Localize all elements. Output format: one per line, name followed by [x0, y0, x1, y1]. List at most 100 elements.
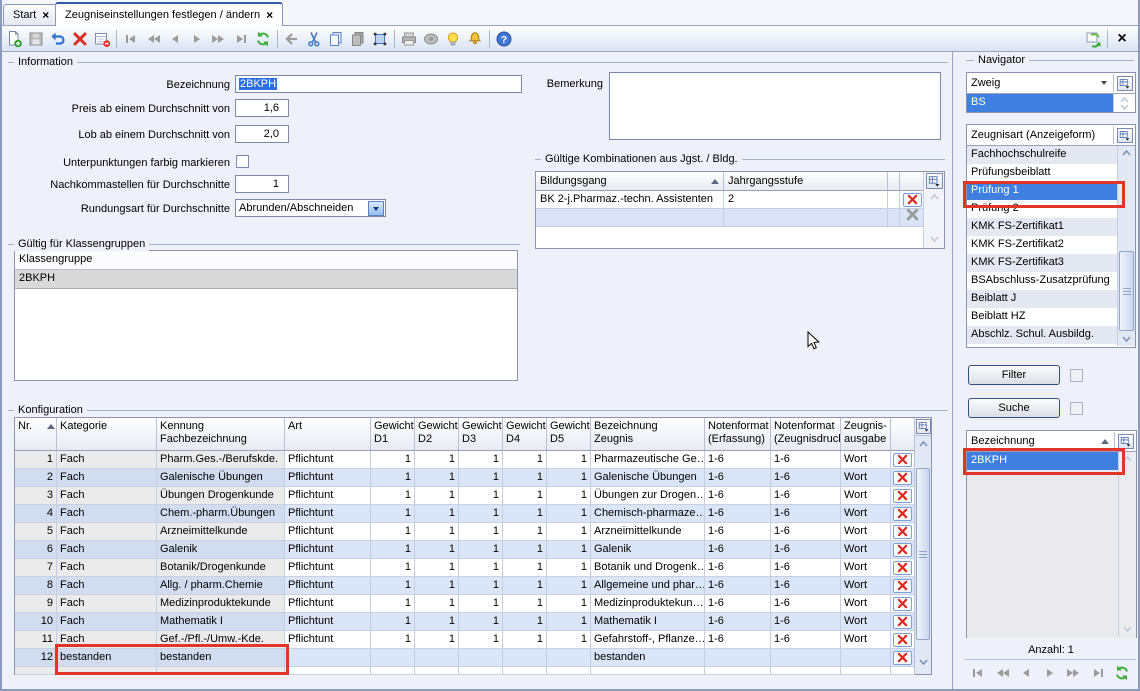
delete-row-button[interactable] [893, 525, 912, 539]
nav-first-icon[interactable] [968, 663, 988, 683]
konfiguration-row[interactable]: 3FachÜbungen DrogenkundePflichtunt11111Ü… [15, 487, 931, 505]
field-chooser-button[interactable] [915, 418, 931, 436]
column-header[interactable]: Notenformat(Erfassung) [705, 418, 771, 450]
nav-next-fast-icon[interactable] [209, 29, 229, 49]
switch-view-icon[interactable] [1083, 29, 1103, 49]
nav-prev-icon[interactable] [165, 29, 185, 49]
delete-icon[interactable] [70, 29, 90, 49]
column-header[interactable]: Nr. [15, 418, 57, 450]
unterpunktungen-checkbox[interactable] [236, 155, 249, 168]
scroll-up-icon[interactable] [1119, 452, 1136, 466]
cut-icon[interactable] [304, 29, 324, 49]
bezeichnung-scrollbar[interactable] [1118, 452, 1136, 636]
scroll-up-icon[interactable] [915, 436, 931, 451]
column-header[interactable]: GewichtD3 [459, 418, 503, 450]
tab-zeugniseinstellungen[interactable]: Zeugniseinstellungen festlegen / ändern … [55, 2, 283, 26]
column-header-bildungsgang[interactable]: Bildungsgang [536, 172, 724, 190]
scroll-down-icon[interactable] [924, 232, 944, 246]
delete-row-button[interactable] [893, 489, 912, 503]
scroll-down-icon[interactable] [1118, 332, 1135, 346]
save-icon[interactable] [26, 29, 46, 49]
zeugnisart-item[interactable]: BSAbschluss-Zusatzprüfung [967, 272, 1135, 290]
nachkommastellen-input[interactable]: 1 [235, 175, 289, 193]
delete-row-button[interactable] [893, 597, 912, 611]
delete-row-button[interactable] [893, 561, 912, 575]
zeugnisart-item[interactable]: Prüfung 1 [967, 182, 1135, 200]
zeugnisart-item[interactable]: KMK FS-Zertifikat1 [967, 218, 1135, 236]
suche-button[interactable]: Suche [968, 398, 1060, 418]
nav-prev-fast-icon[interactable] [992, 663, 1012, 683]
konfiguration-row[interactable]: 12bestandenbestandenbestanden [15, 649, 931, 667]
konfiguration-row[interactable]: 7FachBotanik/DrogenkundePflichtunt11111B… [15, 559, 931, 577]
zeugnisart-item[interactable]: Fachhochschulreife [967, 146, 1135, 164]
scroll-up-icon[interactable] [1118, 146, 1135, 160]
delete-row-button[interactable] [893, 651, 912, 665]
bezeichnung-input[interactable]: 2BKPH [235, 75, 522, 93]
tab-zeugniseinstellungen-close-icon[interactable]: × [266, 10, 273, 20]
konfiguration-row[interactable]: 11FachGef.-/Pfl.-/Umw.-Kde.Pflichtunt111… [15, 631, 931, 649]
field-chooser-button[interactable] [1114, 128, 1135, 143]
column-header[interactable]: Kategorie [57, 418, 157, 450]
column-header[interactable]: Zeugnis-ausgabe [841, 418, 891, 450]
select-region-icon[interactable] [370, 29, 390, 49]
column-header-klassengruppe[interactable]: Klassengruppe [15, 251, 517, 270]
delete-row-button[interactable] [893, 507, 912, 521]
nav-next-fast-icon[interactable] [1064, 663, 1084, 683]
nav-last-icon[interactable] [231, 29, 251, 49]
konfiguration-row[interactable]: 2FachGalenische ÜbungenPflichtunt11111Ga… [15, 469, 931, 487]
suche-checkbox[interactable] [1070, 402, 1083, 415]
chevron-down-icon[interactable] [1101, 81, 1107, 85]
konfiguration-row[interactable]: 5FachArzneimittelkundePflichtunt11111Arz… [15, 523, 931, 541]
bemerkung-textarea[interactable] [609, 72, 941, 140]
rundungsart-dropdown-button[interactable] [368, 201, 384, 216]
print-icon[interactable] [399, 29, 419, 49]
zeugnisart-item[interactable]: Abschlz. Schul. Ausbildg. [967, 326, 1135, 344]
delete-row-button[interactable] [893, 579, 912, 593]
konfiguration-scrollbar[interactable] [914, 418, 931, 674]
remove-form-icon[interactable] [92, 29, 112, 49]
zeugnisart-item[interactable]: Prüfung 2 [967, 200, 1135, 218]
record-icon[interactable] [421, 29, 441, 49]
lob-input[interactable]: 2,0 [235, 125, 289, 143]
zeugnisart-scrollbar[interactable] [1117, 146, 1135, 346]
filter-checkbox[interactable] [1070, 369, 1083, 382]
zeugnisart-item[interactable]: Prüfungsbeiblatt [967, 164, 1135, 182]
delete-row-button[interactable] [893, 471, 912, 485]
copy-icon[interactable] [326, 29, 346, 49]
paste-icon[interactable] [348, 29, 368, 49]
column-header[interactable]: KennungFachbezeichnung [157, 418, 285, 450]
column-header[interactable]: GewichtD1 [371, 418, 415, 450]
preis-input[interactable]: 1,6 [235, 99, 289, 117]
bezeichnung-header[interactable]: Bezeichnung [967, 431, 1136, 452]
column-header[interactable]: Art [285, 418, 371, 450]
zeugnisart-header[interactable]: Zeugnisart (Anzeigeform) [967, 125, 1135, 146]
zeugnisart-item[interactable]: KMK FS-Zertifikat3 [967, 254, 1135, 272]
nav-prev-icon[interactable] [1016, 663, 1036, 683]
column-header[interactable]: GewichtD5 [547, 418, 591, 450]
undo-icon[interactable] [48, 29, 68, 49]
close-icon[interactable]: × [1112, 29, 1132, 49]
scrollbar-thumb[interactable] [916, 468, 930, 640]
nav-first-icon[interactable] [121, 29, 141, 49]
column-header-jahrgangsstufe[interactable]: Jahrgangsstufe [724, 172, 888, 190]
tab-start[interactable]: Start × [3, 4, 59, 25]
zweig-header[interactable]: Zweig [967, 73, 1135, 94]
field-chooser-button[interactable] [1114, 76, 1135, 91]
klassengruppen-row[interactable]: 2BKPH [15, 270, 517, 289]
scroll-up-icon[interactable] [924, 190, 944, 204]
new-record-icon[interactable] [4, 29, 24, 49]
zeugnisart-item[interactable]: Beiblatt J [967, 290, 1135, 308]
konfiguration-row[interactable]: 1FachPharm.Ges.-/Berufskde.Pflichtunt111… [15, 451, 931, 469]
delete-row-button[interactable] [903, 193, 922, 207]
refresh-icon[interactable] [253, 29, 273, 49]
konfiguration-row[interactable]: 9FachMedizinproduktekundePflichtunt11111… [15, 595, 931, 613]
delete-row-button[interactable] [893, 453, 912, 467]
help-icon[interactable]: ? [494, 29, 514, 49]
scroll-down-icon[interactable] [915, 654, 931, 669]
konfiguration-row[interactable]: 10FachMathematik IPflichtunt11111Mathema… [15, 613, 931, 631]
panel-splitter[interactable] [952, 52, 953, 689]
hint-bulb-icon[interactable] [443, 29, 463, 49]
kombinationen-empty-row[interactable] [536, 209, 944, 227]
zeugnisart-item[interactable]: KMK FS-Zertifikat2 [967, 236, 1135, 254]
bezeichnung-item[interactable]: 2BKPH [967, 452, 1136, 470]
